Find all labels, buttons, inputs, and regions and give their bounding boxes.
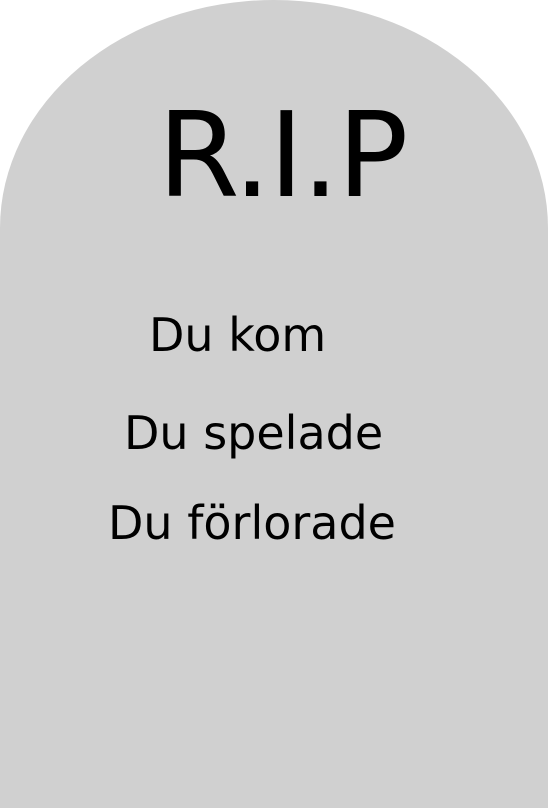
- epitaph-line-played: Du spelade: [124, 406, 384, 460]
- epitaph-line-lost: Du förlorade: [108, 496, 396, 550]
- tombstone: R.I.P Du kom Du spelade Du förlorade: [0, 0, 548, 808]
- rip-title: R.I.P: [157, 86, 409, 224]
- epitaph-line-came: Du kom: [149, 308, 327, 362]
